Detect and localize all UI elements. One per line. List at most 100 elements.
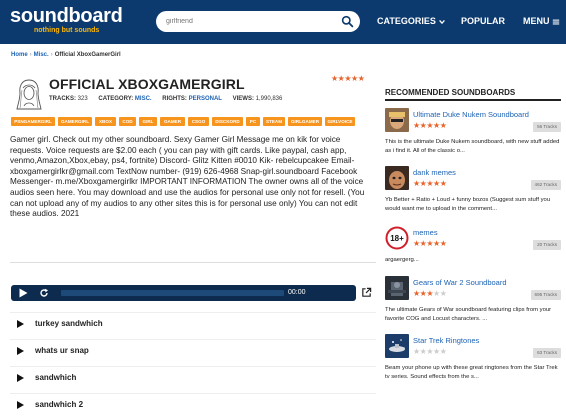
player-time: 00:00 [288,289,306,296]
sound-item[interactable]: sandwhich [17,372,317,384]
logo-tagline: nothing but sounds [34,27,100,34]
tag-chip[interactable]: XBOX [95,117,116,126]
board-thumbnail[interactable]: 18+ [385,226,409,250]
sound-item[interactable]: turkey sandwhich [17,318,317,330]
star-icon: ★ [439,239,447,248]
board-rating: ★★★★★ [413,121,447,130]
breadcrumb-misc[interactable]: Misc. [34,52,49,58]
board-thumbnail[interactable] [385,334,409,358]
star-icon: ★ [331,74,338,83]
board-thumbnail[interactable] [385,166,409,190]
tag-chip[interactable]: GIRL [139,117,157,126]
play-icon[interactable] [18,288,28,298]
search-input[interactable] [166,14,336,29]
tag-chip[interactable]: COD [119,117,136,126]
board-meta: TRACKS: 323 CATEGORY: MISC. RIGHTS: PERS… [49,96,291,102]
board-summary: This is the ultimate Duke Nukem soundboa… [385,139,560,154]
external-link-icon[interactable] [361,287,372,298]
board-rating: ★★★★★ [413,289,447,298]
play-icon[interactable] [17,401,24,409]
star-icon: ★ [426,121,434,130]
search-icon[interactable] [341,15,354,28]
board-title: OFFICIAL XBOXGAMERGIRL [49,76,245,92]
play-icon[interactable] [17,374,24,382]
breadcrumb-current: Official XboxGamerGirl [54,52,121,58]
site-header: soundboard nothing but sounds CATEGORIES… [0,0,566,44]
play-icon[interactable] [17,320,24,328]
tag-chip[interactable]: GAMERGIRL [58,117,92,126]
nav-popular-label: POPULAR [461,16,506,26]
site-logo[interactable]: soundboard nothing but sounds [10,6,123,35]
views-count: 1,990,836 [255,96,283,102]
star-icon: ★ [413,347,420,356]
chevron-down-icon [439,19,446,24]
divider [10,262,376,263]
board-name[interactable]: Star Trek Ringtones [413,336,479,345]
star-icon: ★ [439,179,447,188]
star-icon: ★ [439,121,447,130]
search-box [156,11,360,32]
star-icon: ★ [433,289,440,298]
category-link[interactable]: MISC. [135,96,152,102]
star-icon: ★ [433,179,440,188]
star-icon: ★ [433,121,440,130]
nav-menu[interactable]: MENU [523,16,560,26]
star-icon: ★ [426,179,434,188]
board-name[interactable]: memes [413,228,438,237]
star-icon: ★ [426,239,434,248]
star-icon: ★ [426,347,434,356]
sound-label: whats ur snap [35,346,89,355]
sound-label: sandwhich [35,373,77,382]
tracks-count: 323 [77,96,88,102]
breadcrumb-separator: › [29,52,32,58]
reload-icon[interactable] [39,288,49,298]
nav-popular[interactable]: POPULAR [461,16,505,26]
rights-link[interactable]: PERSONAL [189,96,222,102]
board-avatar [14,76,44,112]
tag-chip[interactable]: PC [246,117,260,126]
star-icon: ★ [413,239,420,248]
board-name[interactable]: dank memes [413,168,456,177]
rights-label: RIGHTS: [162,96,187,102]
tag-chip[interactable]: PSNGAMERGIRL [11,117,55,126]
tag-list: PSNGAMERGIRL GAMERGIRL XBOX COD GIRL GAMER CSG… [11,117,376,126]
views-label: VIEWS: [232,96,254,102]
progress-bar[interactable] [61,290,284,296]
star-icon: ★ [344,74,352,83]
breadcrumb-separator: › [50,52,53,58]
board-name[interactable]: Ultimate Duke Nukem Soundboard [413,110,529,119]
sound-item[interactable]: whats ur snap [17,345,317,357]
board-name[interactable]: Gears of War 2 Soundboard [413,278,507,287]
logo-wordmark: soundboard [10,5,123,27]
star-icon: ★ [426,289,434,298]
star-icon: ★ [413,179,420,188]
sound-label: sandwhich 2 [35,400,84,409]
board-description: Gamer girl. Check out my other soundboar… [10,135,365,219]
track-count-badge: 56 Tracks [533,122,561,132]
sidebar-title: RECOMMENDED SOUNDBOARDS [385,88,516,97]
tag-chip[interactable]: GIRLVOICE [325,117,355,126]
star-icon: ★ [351,74,358,83]
star-icon: ★ [357,74,365,83]
board-summary: argaergerg... [385,257,419,263]
track-count-badge: 695 Tracks [530,290,561,300]
board-rating[interactable]: ★★★★★ [331,74,365,83]
board-summary: Yb Better + Ratio + Loud + funny bozos (… [385,197,551,212]
tag-chip[interactable]: GIRLGAMER [288,117,322,126]
tag-chip[interactable]: STEAM [263,117,285,126]
tag-chip[interactable]: GAMER [160,117,185,126]
nav-categories[interactable]: CATEGORIES [377,16,446,26]
category-label: CATEGORY: [98,96,134,102]
board-thumbnail[interactable] [385,108,409,132]
breadcrumb-home[interactable]: Home [11,52,28,58]
board-rating: ★★★★★ [413,179,447,188]
sound-item[interactable]: sandwhich 2 [17,399,317,411]
audio-player: 00:00 [11,285,356,301]
star-icon: ★ [433,347,440,356]
board-thumbnail[interactable] [385,276,409,300]
track-count-badge: 20 Tracks [533,240,561,250]
row-divider [10,312,376,313]
tag-chip[interactable]: DISCKORD [212,117,243,126]
play-icon[interactable] [17,347,24,355]
tag-chip[interactable]: CSGO [188,117,209,126]
